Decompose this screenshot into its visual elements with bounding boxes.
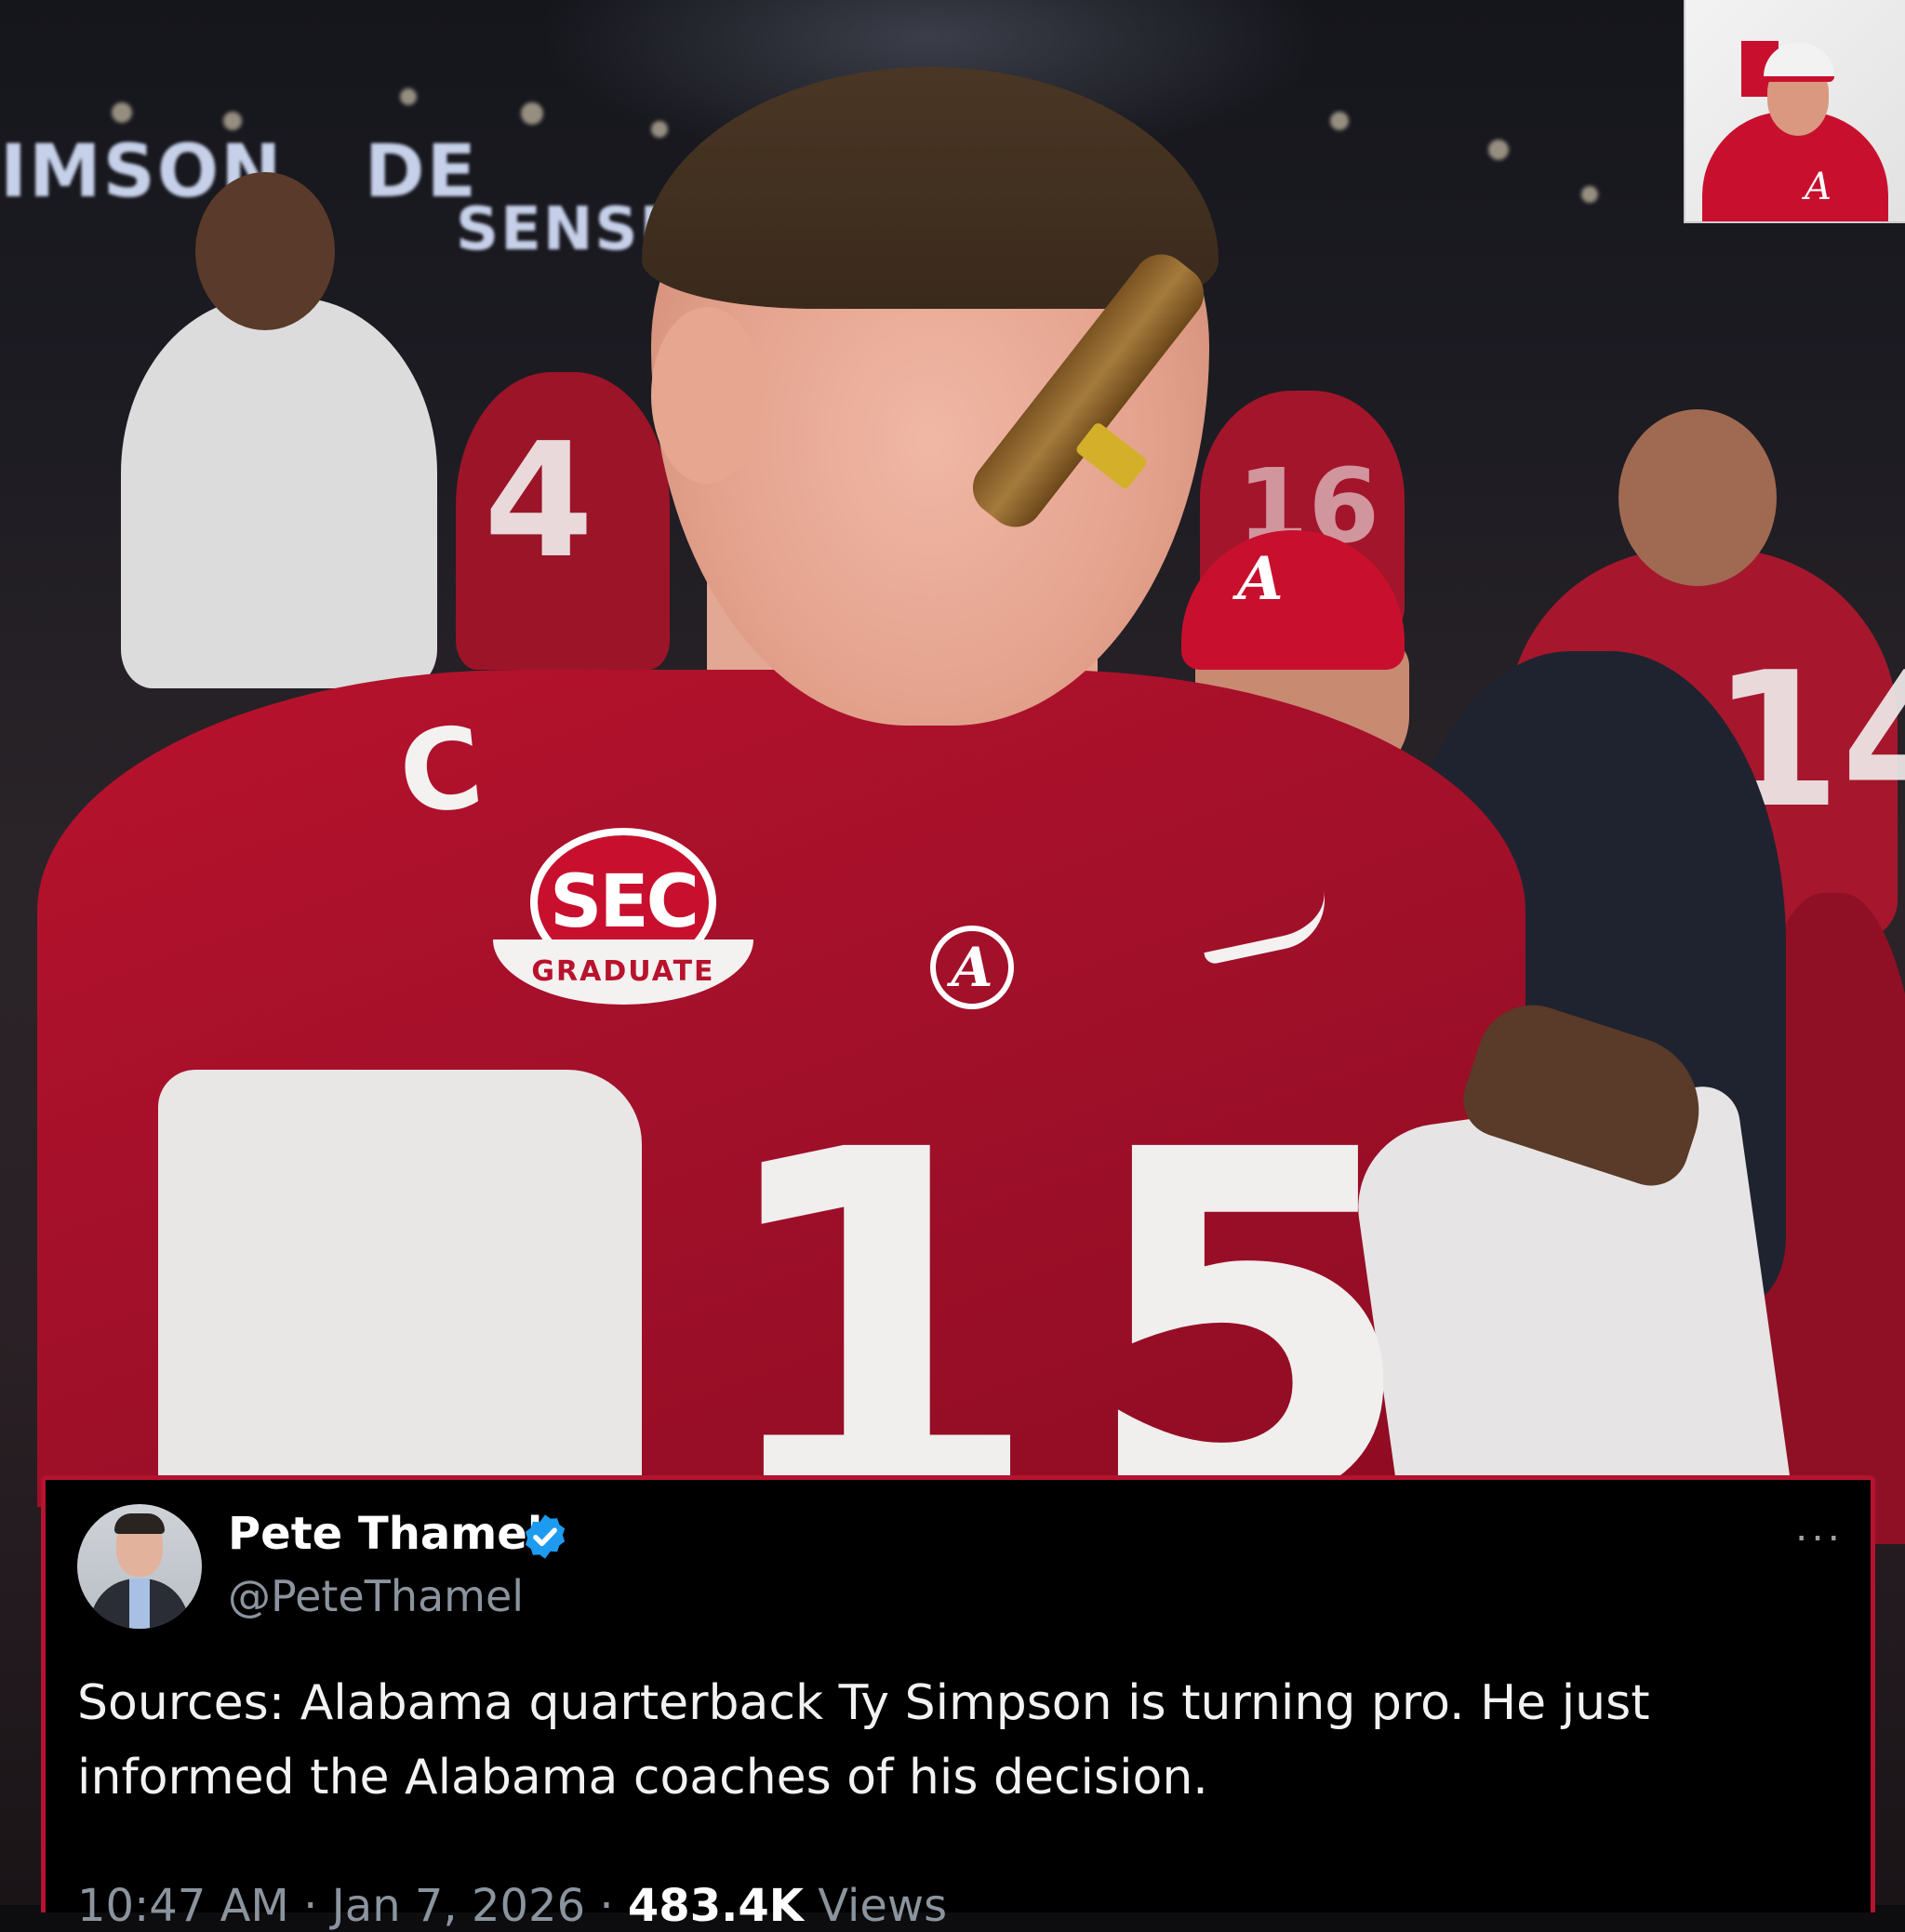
views-count: 483.4K [627,1880,804,1932]
stadium-light [1488,140,1509,160]
tweet-text: Sources: Alabama quarterback Ty Simpson … [77,1675,1650,1805]
display-name[interactable]: Pete Thamel [228,1508,542,1560]
inset-shirt-logo: A [1805,166,1832,208]
stadium-light [112,102,132,123]
stadium-light [400,88,417,105]
coach-cap-logo: A [1237,544,1284,614]
inset-thumbnail-coach: A [1684,0,1905,223]
fan-white-shirt [121,298,437,688]
stadium-light [1330,112,1349,130]
meta-separator: · [303,1880,318,1932]
player-sleeve-left [158,1070,642,1535]
sec-graduate-patch: SEC GRADUATE [493,828,753,1014]
fan-jersey-number: 4 [484,409,594,593]
meta-separator: · [599,1880,614,1932]
captain-patch: C [393,702,489,841]
fan-head [195,172,335,330]
stadium-light [1581,186,1598,203]
alabama-a-logo: A [930,926,1014,1009]
avatar-shirt [129,1579,150,1629]
stadium-light [223,112,242,130]
views-label: Views [818,1880,948,1932]
verified-badge-icon [525,1514,566,1559]
more-icon[interactable]: ··· [1794,1513,1843,1556]
tweet-time[interactable]: 10:47 AM [77,1880,289,1932]
tweet-card: Pete Thamel @PeteThamel ··· Sources: Ala… [41,1475,1875,1932]
fan-head [1619,409,1777,586]
stadium-light [521,102,543,125]
user-handle[interactable]: @PeteThamel [228,1571,524,1621]
stadium-light [651,121,668,138]
sec-patch-ribbon: GRADUATE [493,939,753,1005]
avatar-hair [114,1513,165,1534]
tweet-meta: 10:47 AM · Jan 7, 2026 · 483.4K Views [77,1880,947,1932]
avatar[interactable] [77,1504,202,1629]
player-ear [651,307,763,484]
tweet-date[interactable]: Jan 7, 2026 [332,1880,585,1932]
